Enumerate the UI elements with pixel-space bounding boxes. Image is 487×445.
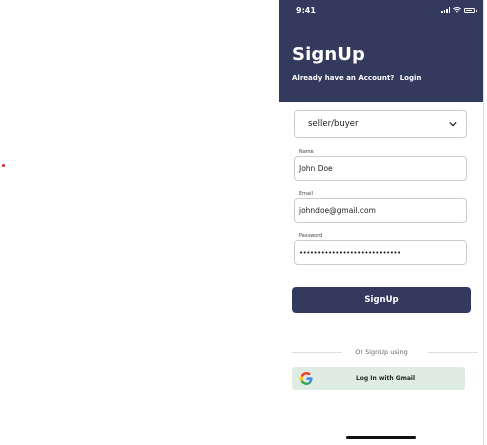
status-time: 9:41	[296, 6, 316, 15]
login-prompt-text: Already have an Account?	[292, 74, 395, 82]
status-icons	[441, 7, 477, 13]
google-icon	[300, 372, 313, 385]
signup-header: 9:41 SignUp Already have an Account? Log…	[279, 0, 483, 102]
name-field[interactable]: John Doe	[294, 156, 467, 181]
name-label: Name	[299, 149, 314, 155]
role-select[interactable]: seller/buyer	[294, 110, 467, 138]
email-field-value: johndoe@gmail.com	[299, 206, 376, 215]
red-dot-marker	[2, 164, 5, 167]
battery-icon	[464, 7, 477, 13]
gmail-login-label: Log In with Gmail	[355, 375, 416, 382]
password-field[interactable]: ••••••••••••••••••••••••••••	[294, 240, 467, 265]
login-link[interactable]: Login	[400, 74, 422, 82]
signal-icon	[441, 7, 450, 13]
login-prompt: Already have an Account? Login	[292, 74, 421, 82]
divider-right	[428, 352, 478, 353]
home-indicator	[346, 436, 416, 439]
wifi-icon	[453, 7, 461, 13]
gmail-login-button[interactable]: Log In with Gmail	[292, 367, 465, 390]
phone-screen: 9:41 SignUp Already have an Account? Log…	[279, 0, 484, 445]
role-select-value: seller/buyer	[308, 119, 359, 129]
chevron-down-icon	[449, 121, 457, 127]
signup-button[interactable]: SignUp	[292, 287, 471, 313]
email-label: Email	[299, 191, 313, 197]
password-label: Password	[299, 233, 323, 239]
password-field-value: ••••••••••••••••••••••••••••	[299, 248, 401, 257]
page-title: SignUp	[292, 44, 365, 65]
name-field-value: John Doe	[299, 164, 333, 173]
email-field[interactable]: johndoe@gmail.com	[294, 198, 467, 223]
